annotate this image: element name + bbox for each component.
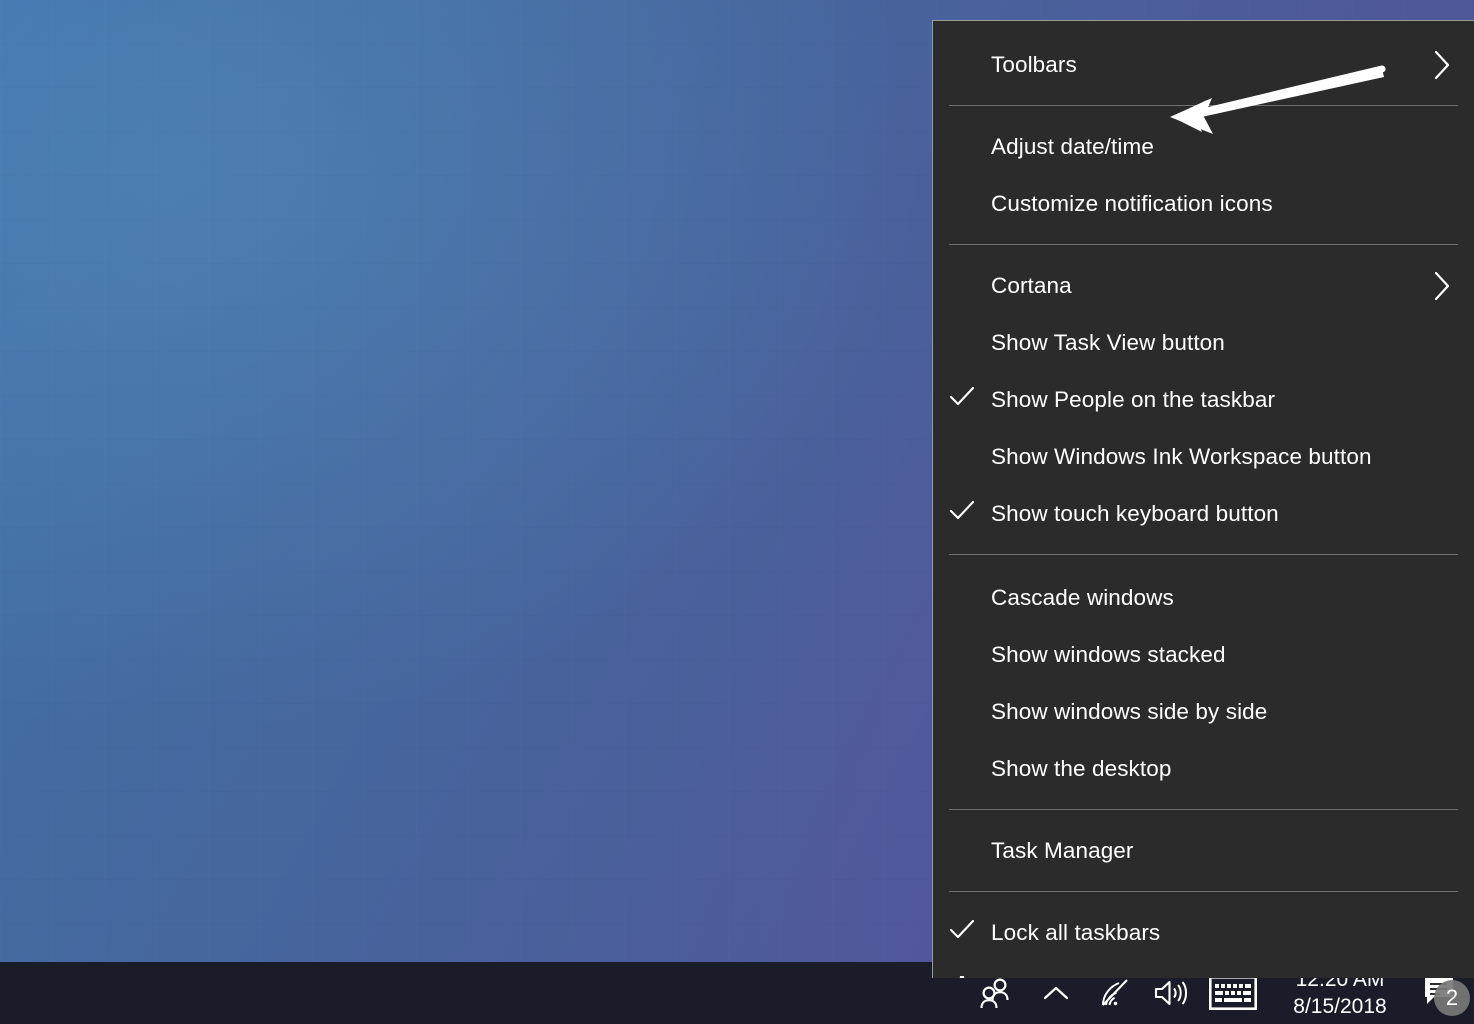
checkmark-icon [949,386,975,414]
menu-item-show-task-view-button[interactable]: Show Task View button [933,314,1474,371]
menu-item-lock-all-taskbars[interactable]: Lock all taskbars [933,904,1474,961]
people-icon [979,977,1013,1009]
menu-item-show-windows-side-by-side[interactable]: Show windows side by side [933,683,1474,740]
check-slot [933,500,991,528]
menu-item-show-windows-stacked[interactable]: Show windows stacked [933,626,1474,683]
screen: 12:20 AM 8/15/2018 2 [0,0,1474,1024]
chevron-up-icon [1042,983,1070,1003]
menu-item-label: Toolbars [991,52,1077,78]
menu-item-label: Lock all taskbars [991,920,1160,946]
menu-item-label: Taskbar settings [991,977,1155,979]
menu-item-label: Show touch keyboard button [991,501,1279,527]
menu-item-cortana[interactable]: Cortana [933,257,1474,314]
touch-keyboard-icon [1209,976,1257,1010]
menu-item-toolbars[interactable]: Toolbars [933,36,1474,93]
checkmark-icon [949,500,975,528]
menu-item-show-touch-keyboard-button[interactable]: Show touch keyboard button [933,485,1474,542]
notification-badge: 2 [1434,980,1470,1016]
menu-item-show-the-desktop[interactable]: Show the desktop [933,740,1474,797]
taskbar-context-menu[interactable]: Toolbars Adjust date/time Customize noti… [932,20,1474,978]
menu-item-label: Show Windows Ink Workspace button [991,444,1372,470]
menu-item-label: Show the desktop [991,756,1171,782]
clock-date: 8/15/2018 [1293,993,1386,1020]
menu-item-show-windows-ink-workspace-button[interactable]: Show Windows Ink Workspace button [933,428,1474,485]
chevron-right-icon [1432,270,1452,302]
volume-icon [1153,978,1189,1008]
menu-item-label: Task Manager [991,838,1134,864]
menu-item-label: Adjust date/time [991,134,1154,160]
menu-item-label: Customize notification icons [991,191,1273,217]
menu-item-label: Cascade windows [991,585,1174,611]
wifi-icon [1097,978,1131,1008]
menu-item-label: Show windows stacked [991,642,1226,668]
chevron-right-icon [1432,49,1452,81]
gear-icon [949,974,975,979]
check-slot [933,974,991,979]
menu-item-show-people-on-the-taskbar[interactable]: Show People on the taskbar [933,371,1474,428]
menu-item-label: Show Task View button [991,330,1225,356]
check-slot [933,386,991,414]
menu-item-label: Show People on the taskbar [991,387,1275,413]
menu-item-adjust-date-time[interactable]: Adjust date/time [933,118,1474,175]
menu-item-taskbar-settings[interactable]: Taskbar settings [933,961,1474,978]
menu-item-task-manager[interactable]: Task Manager [933,822,1474,879]
menu-item-label: Cortana [991,273,1072,299]
menu-item-label: Show windows side by side [991,699,1267,725]
menu-item-customize-notification-icons[interactable]: Customize notification icons [933,175,1474,232]
checkmark-icon [949,919,975,947]
menu-item-cascade-windows[interactable]: Cascade windows [933,569,1474,626]
check-slot [933,919,991,947]
